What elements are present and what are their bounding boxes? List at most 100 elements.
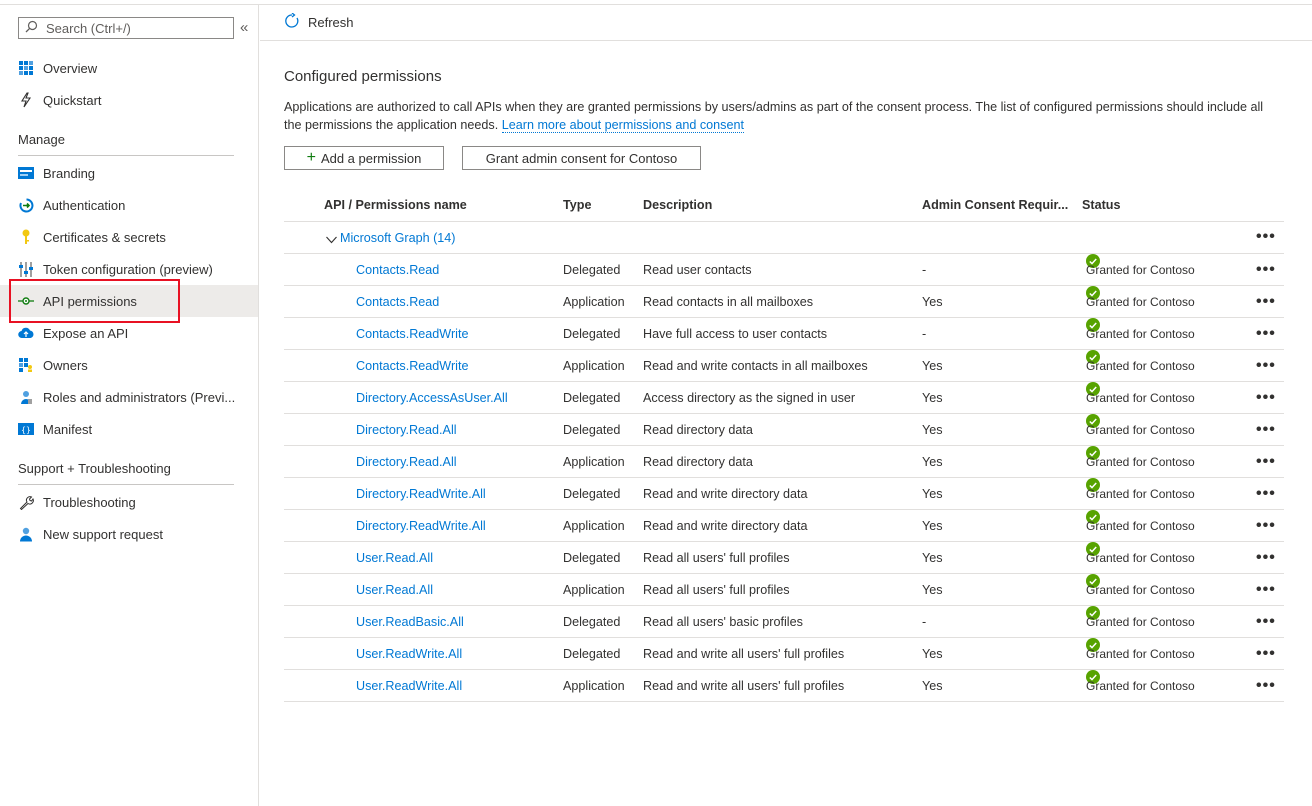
table-row: Directory.Read.All Delegated Read direct… bbox=[284, 414, 1284, 446]
more-options-icon[interactable]: ••• bbox=[1256, 254, 1276, 286]
more-options-icon[interactable]: ••• bbox=[1256, 670, 1276, 702]
table-row: Contacts.ReadWrite Application Read and … bbox=[284, 350, 1284, 382]
collapse-sidebar-icon[interactable]: « bbox=[240, 19, 248, 36]
more-options-icon[interactable]: ••• bbox=[1256, 638, 1276, 670]
more-options-icon[interactable]: ••• bbox=[1256, 510, 1276, 542]
admin-consent-required: Yes bbox=[922, 455, 943, 469]
section-header-manage: Manage bbox=[18, 132, 234, 156]
sidebar-item-authentication[interactable]: Authentication bbox=[0, 189, 258, 221]
sidebar-item-owners[interactable]: Owners bbox=[0, 349, 258, 381]
admin-consent-required: Yes bbox=[922, 519, 943, 533]
learn-more-link[interactable]: Learn more about permissions and consent bbox=[501, 118, 744, 133]
permission-name-link[interactable]: Directory.Read.All bbox=[356, 414, 457, 446]
sidebar-item-branding[interactable]: Branding bbox=[0, 157, 258, 189]
table-row: User.Read.All Application Read all users… bbox=[284, 574, 1284, 606]
more-options-icon[interactable]: ••• bbox=[1256, 446, 1276, 478]
permission-type: Application bbox=[563, 359, 625, 373]
authentication-icon bbox=[18, 197, 34, 213]
permission-type: Application bbox=[563, 519, 625, 533]
more-options-icon[interactable]: ••• bbox=[1256, 542, 1276, 574]
more-options-icon[interactable]: ••• bbox=[1256, 382, 1276, 414]
column-header-description[interactable]: Description bbox=[643, 188, 712, 222]
description-text: Applications are authorized to call APIs… bbox=[284, 100, 1264, 132]
permission-type: Application bbox=[563, 295, 625, 309]
search-box[interactable] bbox=[18, 17, 234, 39]
status-text: Granted for Contoso bbox=[1086, 263, 1195, 277]
column-header-admin-consent[interactable]: Admin Consent Requir... bbox=[922, 188, 1068, 222]
table-row: User.ReadBasic.All Delegated Read all us… bbox=[284, 606, 1284, 638]
permission-name-link[interactable]: User.Read.All bbox=[356, 542, 433, 574]
add-permission-button[interactable]: + Add a permission bbox=[284, 146, 444, 170]
sidebar-item-api-permissions[interactable]: API permissions bbox=[0, 285, 258, 317]
sidebar-item-token-configuration[interactable]: Token configuration (preview) bbox=[0, 253, 258, 285]
table-row: Directory.Read.All Application Read dire… bbox=[284, 446, 1284, 478]
permission-name-link[interactable]: User.ReadWrite.All bbox=[356, 670, 462, 702]
search-input[interactable] bbox=[46, 20, 226, 36]
table-row: Contacts.Read Delegated Read user contac… bbox=[284, 254, 1284, 286]
permission-description: Access directory as the signed in user bbox=[643, 391, 856, 405]
status-text: Granted for Contoso bbox=[1086, 295, 1195, 309]
permission-name-link[interactable]: User.Read.All bbox=[356, 574, 433, 606]
manifest-icon: {} bbox=[18, 421, 34, 437]
permission-description: Read and write contacts in all mailboxes bbox=[643, 359, 868, 373]
api-icon bbox=[18, 293, 34, 309]
lightning-icon bbox=[18, 92, 34, 108]
group-row-microsoft-graph[interactable]: Microsoft Graph (14) ••• bbox=[284, 222, 1284, 254]
sidebar-item-roles-and-administrators[interactable]: Roles and administrators (Previ... bbox=[0, 381, 258, 413]
more-options-icon[interactable]: ••• bbox=[1256, 286, 1276, 318]
more-options-icon[interactable]: ••• bbox=[1256, 414, 1276, 446]
permission-type: Delegated bbox=[563, 615, 621, 629]
branding-icon bbox=[18, 165, 34, 181]
status-text: Granted for Contoso bbox=[1086, 327, 1195, 341]
sidebar-item-manifest[interactable]: {} Manifest bbox=[0, 413, 258, 445]
chevron-down-icon[interactable] bbox=[326, 232, 337, 247]
permission-name-link[interactable]: Directory.AccessAsUser.All bbox=[356, 382, 508, 414]
permission-name-link[interactable]: User.ReadBasic.All bbox=[356, 606, 464, 638]
more-options-icon[interactable]: ••• bbox=[1256, 318, 1276, 350]
refresh-button[interactable]: Refresh bbox=[284, 12, 354, 32]
sidebar-item-certificates[interactable]: Certificates & secrets bbox=[0, 221, 258, 253]
more-options-icon[interactable]: ••• bbox=[1256, 222, 1276, 252]
permission-name-link[interactable]: Directory.Read.All bbox=[356, 446, 457, 478]
admin-consent-required: Yes bbox=[922, 679, 943, 693]
admin-consent-required: - bbox=[922, 327, 927, 341]
sidebar-item-quickstart[interactable]: Quickstart bbox=[0, 84, 258, 116]
status-text: Granted for Contoso bbox=[1086, 487, 1195, 501]
column-header-name[interactable]: API / Permissions name bbox=[324, 188, 467, 222]
more-options-icon[interactable]: ••• bbox=[1256, 478, 1276, 510]
permission-name-link[interactable]: Contacts.ReadWrite bbox=[356, 318, 468, 350]
permission-description: Read all users' full profiles bbox=[643, 583, 790, 597]
grant-admin-consent-button[interactable]: Grant admin consent for Contoso bbox=[462, 146, 701, 170]
permission-name-link[interactable]: Contacts.ReadWrite bbox=[356, 350, 468, 382]
table-header: API / Permissions name Type Description … bbox=[284, 188, 1284, 222]
sidebar-item-troubleshooting[interactable]: Troubleshooting bbox=[0, 486, 258, 518]
admin-consent-required: Yes bbox=[922, 391, 943, 405]
admin-consent-required: - bbox=[922, 615, 927, 629]
permission-type: Delegated bbox=[563, 647, 621, 661]
column-header-status[interactable]: Status bbox=[1082, 188, 1121, 222]
more-options-icon[interactable]: ••• bbox=[1256, 350, 1276, 382]
permission-name-link[interactable]: Directory.ReadWrite.All bbox=[356, 478, 486, 510]
group-label[interactable]: Microsoft Graph (14) bbox=[340, 222, 455, 254]
admin-consent-required: Yes bbox=[922, 583, 943, 597]
table-body: Contacts.Read Delegated Read user contac… bbox=[284, 254, 1284, 702]
table-row: Directory.ReadWrite.All Delegated Read a… bbox=[284, 478, 1284, 510]
status-text: Granted for Contoso bbox=[1086, 679, 1195, 693]
sidebar-item-overview[interactable]: Overview bbox=[0, 52, 258, 84]
status-text: Granted for Contoso bbox=[1086, 519, 1195, 533]
table-row: Contacts.ReadWrite Delegated Have full a… bbox=[284, 318, 1284, 350]
sidebar-item-expose-api[interactable]: Expose an API bbox=[0, 317, 258, 349]
column-header-type[interactable]: Type bbox=[563, 188, 591, 222]
permission-name-link[interactable]: User.ReadWrite.All bbox=[356, 638, 462, 670]
admin-consent-required: Yes bbox=[922, 359, 943, 373]
permission-name-link[interactable]: Contacts.Read bbox=[356, 286, 439, 318]
more-options-icon[interactable]: ••• bbox=[1256, 606, 1276, 638]
permission-description: Read user contacts bbox=[643, 263, 752, 277]
permission-name-link[interactable]: Contacts.Read bbox=[356, 254, 439, 286]
sidebar-item-new-support-request[interactable]: New support request bbox=[0, 518, 258, 550]
permission-type: Delegated bbox=[563, 263, 621, 277]
permission-name-link[interactable]: Directory.ReadWrite.All bbox=[356, 510, 486, 542]
more-options-icon[interactable]: ••• bbox=[1256, 574, 1276, 606]
refresh-icon bbox=[284, 12, 300, 32]
permissions-table: API / Permissions name Type Description … bbox=[284, 188, 1284, 702]
